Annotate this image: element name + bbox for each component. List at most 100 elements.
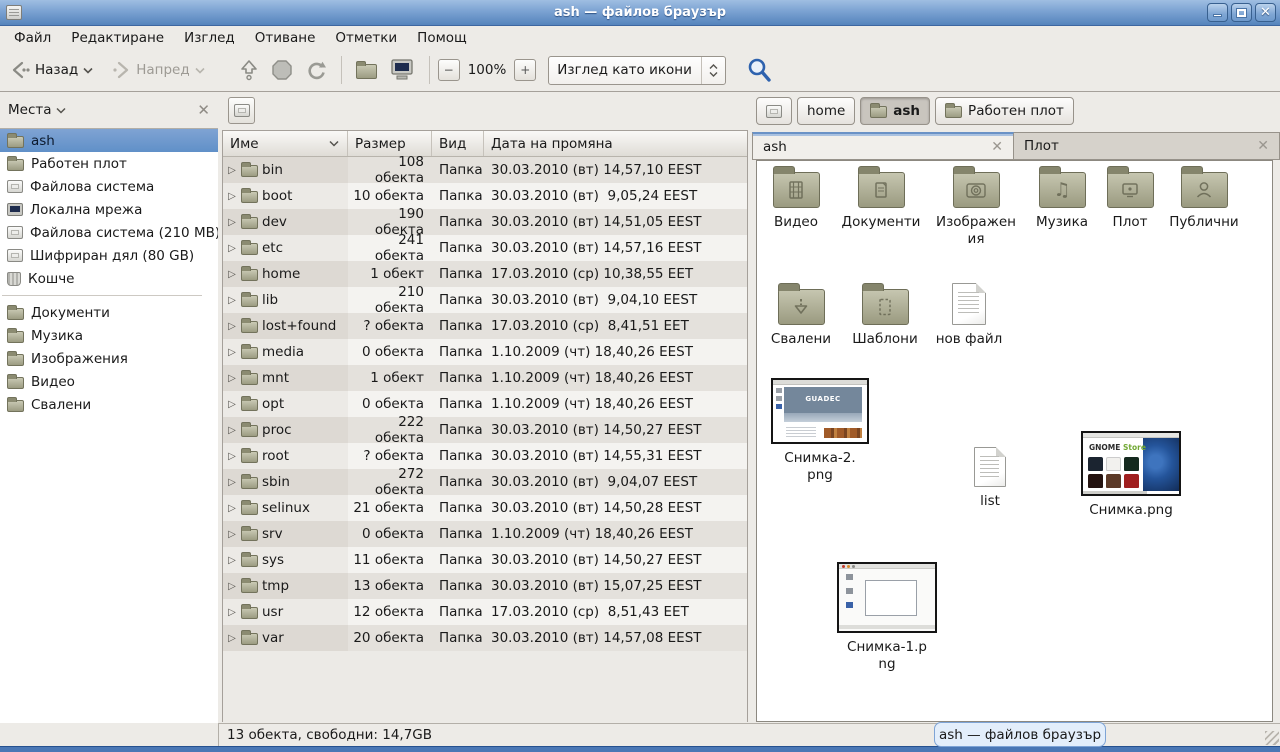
- sidebar-item-изображения[interactable]: Изображения: [0, 347, 218, 370]
- expander-icon[interactable]: ▷: [227, 581, 237, 592]
- icon-view-item-new-file[interactable]: нов файл: [929, 283, 1009, 348]
- expander-icon[interactable]: ▷: [227, 503, 237, 514]
- expander-icon[interactable]: ▷: [227, 399, 237, 410]
- tab-close-icon[interactable]: ✕: [1257, 138, 1269, 154]
- expander-icon[interactable]: ▷: [227, 529, 237, 540]
- sidebar-item-файлова-система[interactable]: Файлова система: [0, 175, 218, 198]
- minimize-button[interactable]: [1207, 3, 1228, 22]
- resize-grip[interactable]: [1265, 731, 1279, 745]
- menu-help[interactable]: Помощ: [407, 28, 477, 48]
- path-button-home[interactable]: home: [797, 97, 855, 125]
- sidebar-item-шифриран-дял-80-gb-[interactable]: Шифриран дял (80 GB): [0, 244, 218, 267]
- menu-file[interactable]: Файл: [4, 28, 61, 48]
- column-header-date[interactable]: Дата на промяна: [484, 131, 747, 156]
- stop-button[interactable]: [265, 55, 299, 85]
- table-row[interactable]: ▷var20 обектаПапка30.03.2010 (вт) 14,57,…: [223, 625, 747, 651]
- expander-icon[interactable]: ▷: [227, 477, 237, 488]
- column-header-size[interactable]: Размер: [348, 131, 432, 156]
- icon-view-item-snimka1[interactable]: Снимка-1.png: [836, 562, 938, 673]
- view-mode-select[interactable]: Изглед като икони: [548, 56, 726, 85]
- expander-icon[interactable]: ▷: [227, 555, 237, 566]
- expander-icon[interactable]: ▷: [227, 243, 237, 254]
- tab-close-icon[interactable]: ✕: [991, 139, 1003, 155]
- sidebar-title[interactable]: Места: [8, 102, 52, 118]
- sidebar-item-свалени[interactable]: Свалени: [0, 393, 218, 416]
- table-row[interactable]: ▷sbin272 обектаПапка30.03.2010 (вт) 9,04…: [223, 469, 747, 495]
- sidebar-close-icon[interactable]: ✕: [197, 101, 210, 119]
- expander-icon[interactable]: ▷: [227, 347, 237, 358]
- sidebar-item-музика[interactable]: Музика: [0, 324, 218, 347]
- icon-view-item-documents[interactable]: Документи: [835, 164, 927, 231]
- icon-view[interactable]: Видео Документи Изображения ♫ Музика: [756, 160, 1273, 722]
- expander-icon[interactable]: ▷: [227, 607, 237, 618]
- tab-plot[interactable]: Плот ✕: [1014, 132, 1280, 160]
- table-row[interactable]: ▷opt0 обектаПапка1.10.2009 (чт) 18,40,26…: [223, 391, 747, 417]
- sidebar-item-работен-плот[interactable]: Работен плот: [0, 152, 218, 175]
- table-row[interactable]: ▷lib210 обектаПапка30.03.2010 (вт) 9,04,…: [223, 287, 747, 313]
- expander-icon[interactable]: ▷: [227, 165, 237, 176]
- search-button[interactable]: [740, 53, 778, 87]
- table-row[interactable]: ▷mnt1 обектПапка1.10.2009 (чт) 18,40,26 …: [223, 365, 747, 391]
- computer-button[interactable]: [383, 54, 421, 86]
- table-row[interactable]: ▷selinux21 обектаПапка30.03.2010 (вт) 14…: [223, 495, 747, 521]
- sidebar-item-кошче[interactable]: Кошче: [0, 267, 218, 290]
- icon-view-item-images[interactable]: Изображения: [933, 164, 1019, 248]
- chevron-down-icon[interactable]: [56, 107, 66, 114]
- table-row[interactable]: ▷boot10 обектаПапка30.03.2010 (вт) 9,05,…: [223, 183, 747, 209]
- forward-button[interactable]: Напред: [105, 56, 210, 84]
- taskbar-window-button[interactable]: ash — файлов браузър: [934, 722, 1106, 747]
- icon-view-item-snimka[interactable]: GNOME Store Снимка.png: [1079, 431, 1183, 519]
- home-button[interactable]: [350, 58, 383, 83]
- expander-icon[interactable]: ▷: [227, 425, 237, 436]
- maximize-button[interactable]: [1231, 3, 1252, 22]
- icon-view-item-video[interactable]: Видео: [756, 164, 837, 231]
- expander-icon[interactable]: ▷: [227, 633, 237, 644]
- table-row[interactable]: ▷bin108 обектаПапка30.03.2010 (вт) 14,57…: [223, 157, 747, 183]
- icon-view-item-templates[interactable]: Шаблони: [845, 281, 925, 348]
- expander-icon[interactable]: ▷: [227, 191, 237, 202]
- table-row[interactable]: ▷usr12 обектаПапка17.03.2010 (ср) 8,51,4…: [223, 599, 747, 625]
- zoom-out-button[interactable]: −: [438, 59, 460, 81]
- table-row[interactable]: ▷proc222 обектаПапка30.03.2010 (вт) 14,5…: [223, 417, 747, 443]
- sidebar-item-ash[interactable]: ash: [0, 129, 218, 152]
- table-row[interactable]: ▷tmp13 обектаПапка30.03.2010 (вт) 15,07,…: [223, 573, 747, 599]
- icon-view-item-desktop[interactable]: Плот: [1095, 164, 1165, 231]
- close-button[interactable]: ✕: [1255, 3, 1276, 22]
- reload-button[interactable]: [299, 55, 333, 85]
- up-button[interactable]: [233, 55, 265, 85]
- path-button-ash[interactable]: ash: [860, 97, 930, 125]
- menu-bookmarks[interactable]: Отметки: [325, 28, 407, 48]
- expander-icon[interactable]: ▷: [227, 217, 237, 228]
- column-header-type[interactable]: Вид: [432, 131, 484, 156]
- icon-view-item-public[interactable]: Публични: [1163, 164, 1245, 231]
- column-header-name[interactable]: Име: [223, 131, 348, 156]
- path-button-desktop[interactable]: Работен плот: [935, 97, 1074, 125]
- sidebar-item-файлова-система-210-mb-[interactable]: Файлова система (210 MB): [0, 221, 218, 244]
- menu-edit[interactable]: Редактиране: [61, 28, 174, 48]
- sidebar-item-видео[interactable]: Видео: [0, 370, 218, 393]
- sidebar-item-документи[interactable]: Документи: [0, 301, 218, 324]
- expander-icon[interactable]: ▷: [227, 451, 237, 462]
- table-row[interactable]: ▷root? обектаПапка30.03.2010 (вт) 14,55,…: [223, 443, 747, 469]
- zoom-in-button[interactable]: +: [514, 59, 536, 81]
- back-button[interactable]: Назад: [4, 56, 99, 84]
- icon-view-item-downloads[interactable]: Свалени: [761, 281, 841, 348]
- path-button-root[interactable]: [756, 97, 792, 125]
- sidebar-item-локална-мрежа[interactable]: Локална мрежа: [0, 198, 218, 221]
- menu-go[interactable]: Отиване: [245, 28, 326, 48]
- expander-icon[interactable]: ▷: [227, 373, 237, 384]
- expander-icon[interactable]: ▷: [227, 295, 237, 306]
- expander-icon[interactable]: ▷: [227, 269, 237, 280]
- menu-view[interactable]: Изглед: [174, 28, 245, 48]
- table-row[interactable]: ▷etc241 обектаПапка30.03.2010 (вт) 14,57…: [223, 235, 747, 261]
- table-row[interactable]: ▷dev190 обектаПапка30.03.2010 (вт) 14,51…: [223, 209, 747, 235]
- table-row[interactable]: ▷lost+found? обектаПапка17.03.2010 (ср) …: [223, 313, 747, 339]
- tab-ash[interactable]: ash ✕: [752, 132, 1014, 160]
- root-location-button[interactable]: [228, 97, 255, 124]
- icon-view-item-list[interactable]: list: [960, 447, 1020, 510]
- icon-view-item-music[interactable]: ♫ Музика: [1023, 164, 1101, 231]
- titlebar[interactable]: ash — файлов браузър ✕: [0, 0, 1280, 26]
- icon-view-item-snimka2[interactable]: GUADEC Снимка-2.png: [770, 378, 870, 484]
- table-row[interactable]: ▷home1 обектПапка17.03.2010 (ср) 10,38,5…: [223, 261, 747, 287]
- table-row[interactable]: ▷srv0 обектаПапка1.10.2009 (чт) 18,40,26…: [223, 521, 747, 547]
